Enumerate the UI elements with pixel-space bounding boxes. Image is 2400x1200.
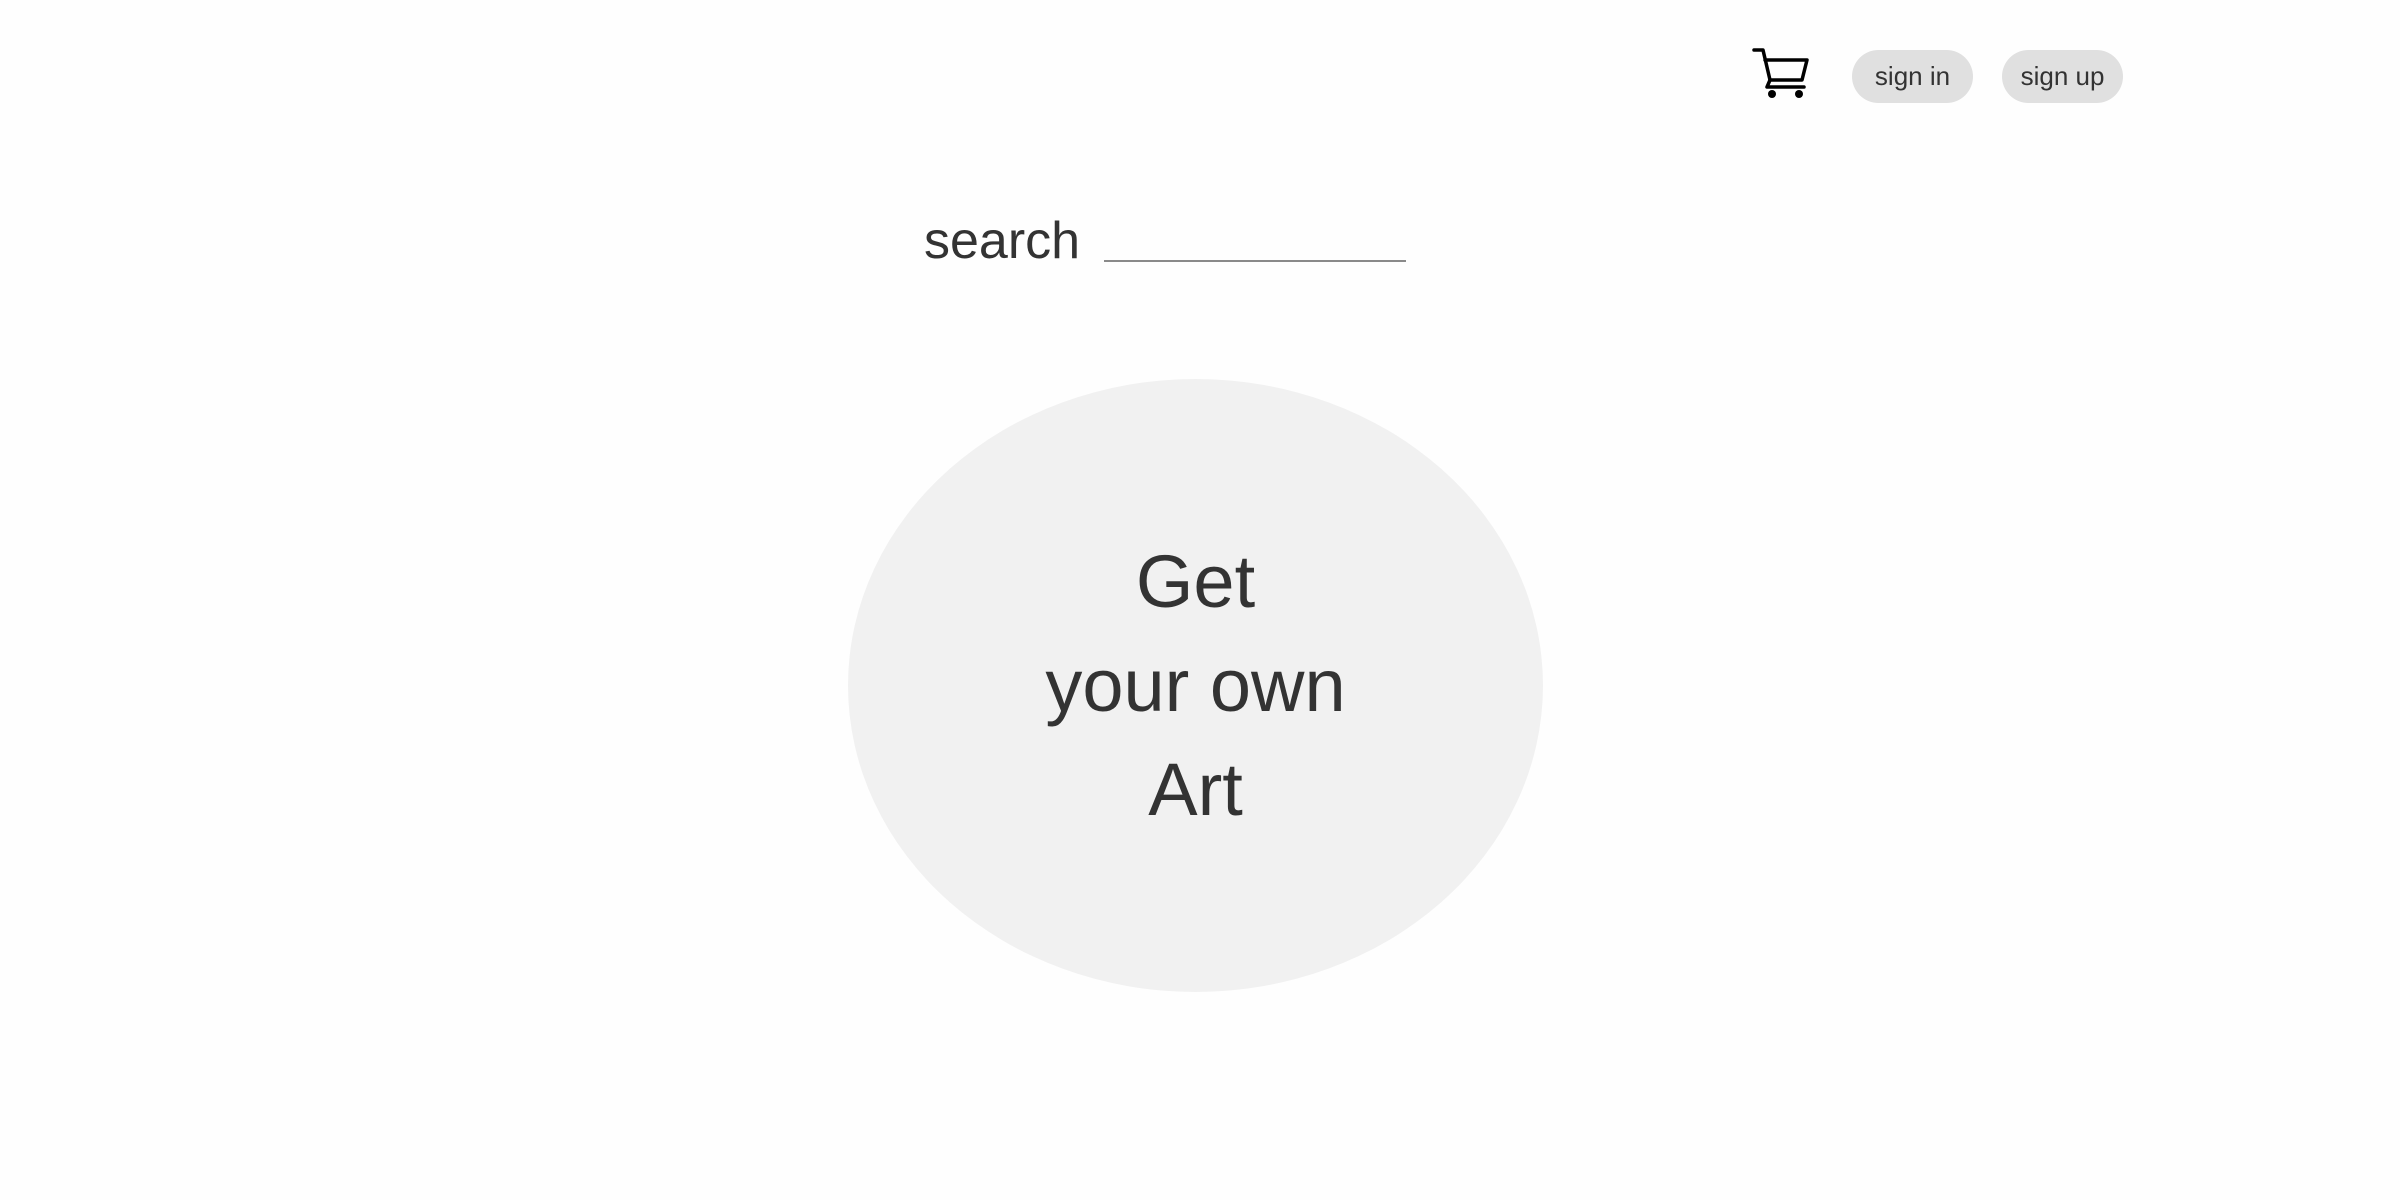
hero-line-1: Get: [1135, 539, 1256, 623]
shopping-cart-icon[interactable]: [1752, 46, 1812, 100]
search-label: search: [924, 212, 1081, 270]
get-your-own-art-button[interactable]: Get your own Art: [848, 379, 1543, 992]
sign-in-button[interactable]: sign in: [1852, 50, 1973, 103]
hero-line-3: Art: [1148, 747, 1243, 831]
sign-up-button[interactable]: sign up: [2002, 50, 2123, 103]
search-input[interactable]: [1104, 222, 1406, 262]
hero-line-2: your own: [1045, 643, 1346, 727]
